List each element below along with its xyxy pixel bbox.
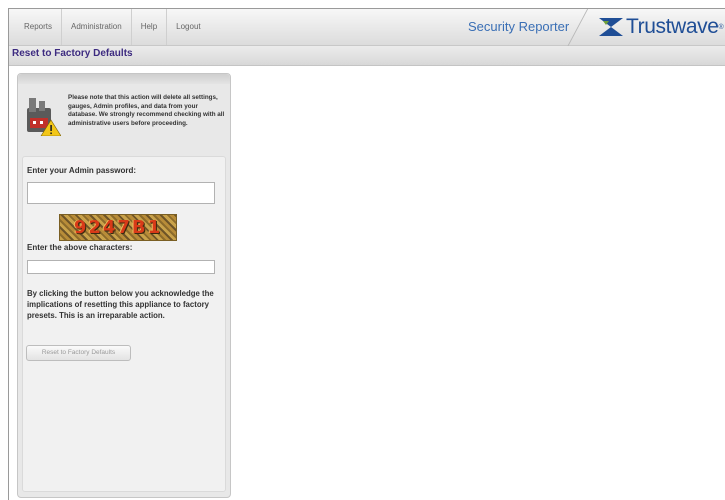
warning-message: Please note that this action will delete… xyxy=(25,94,225,149)
brand-name: Trustwave xyxy=(626,15,719,38)
panel-header xyxy=(18,74,230,84)
brand-registered-mark: ® xyxy=(718,23,724,31)
nav-administration[interactable]: Administration xyxy=(62,9,132,45)
header-divider xyxy=(565,9,590,49)
captcha-characters: 9247B1 xyxy=(73,217,163,238)
trustwave-logo-icon xyxy=(599,18,623,36)
reset-panel: Please note that this action will delete… xyxy=(17,73,231,498)
reset-form: Enter your Admin password: 9247B1 Enter … xyxy=(22,156,226,492)
page-title: Reset to Factory Defaults xyxy=(12,48,133,59)
brand-logo: Trustwave ® xyxy=(599,14,724,40)
nav-logout[interactable]: Logout xyxy=(167,9,209,45)
captcha-label: Enter the above characters: xyxy=(27,243,133,252)
main-nav: Reports Administration Help Logout xyxy=(15,9,210,45)
factory-warning-icon xyxy=(27,98,61,136)
page-title-bar: Reset to Factory Defaults xyxy=(9,46,725,66)
product-name: Security Reporter xyxy=(468,19,570,34)
reset-to-factory-defaults-button[interactable]: Reset to Factory Defaults xyxy=(26,345,131,361)
warning-text: Please note that this action will delete… xyxy=(68,94,225,128)
nav-help[interactable]: Help xyxy=(132,9,168,45)
top-bar: Reports Administration Help Logout Secur… xyxy=(9,9,725,49)
nav-reports[interactable]: Reports xyxy=(15,9,63,45)
admin-password-input[interactable] xyxy=(27,182,215,204)
app-frame: Reports Administration Help Logout Secur… xyxy=(8,8,725,500)
captcha-image: 9247B1 xyxy=(59,214,177,241)
captcha-input[interactable] xyxy=(27,260,215,274)
password-label: Enter your Admin password: xyxy=(27,166,137,175)
acknowledgement-text: By clicking the button below you acknowl… xyxy=(27,289,214,320)
